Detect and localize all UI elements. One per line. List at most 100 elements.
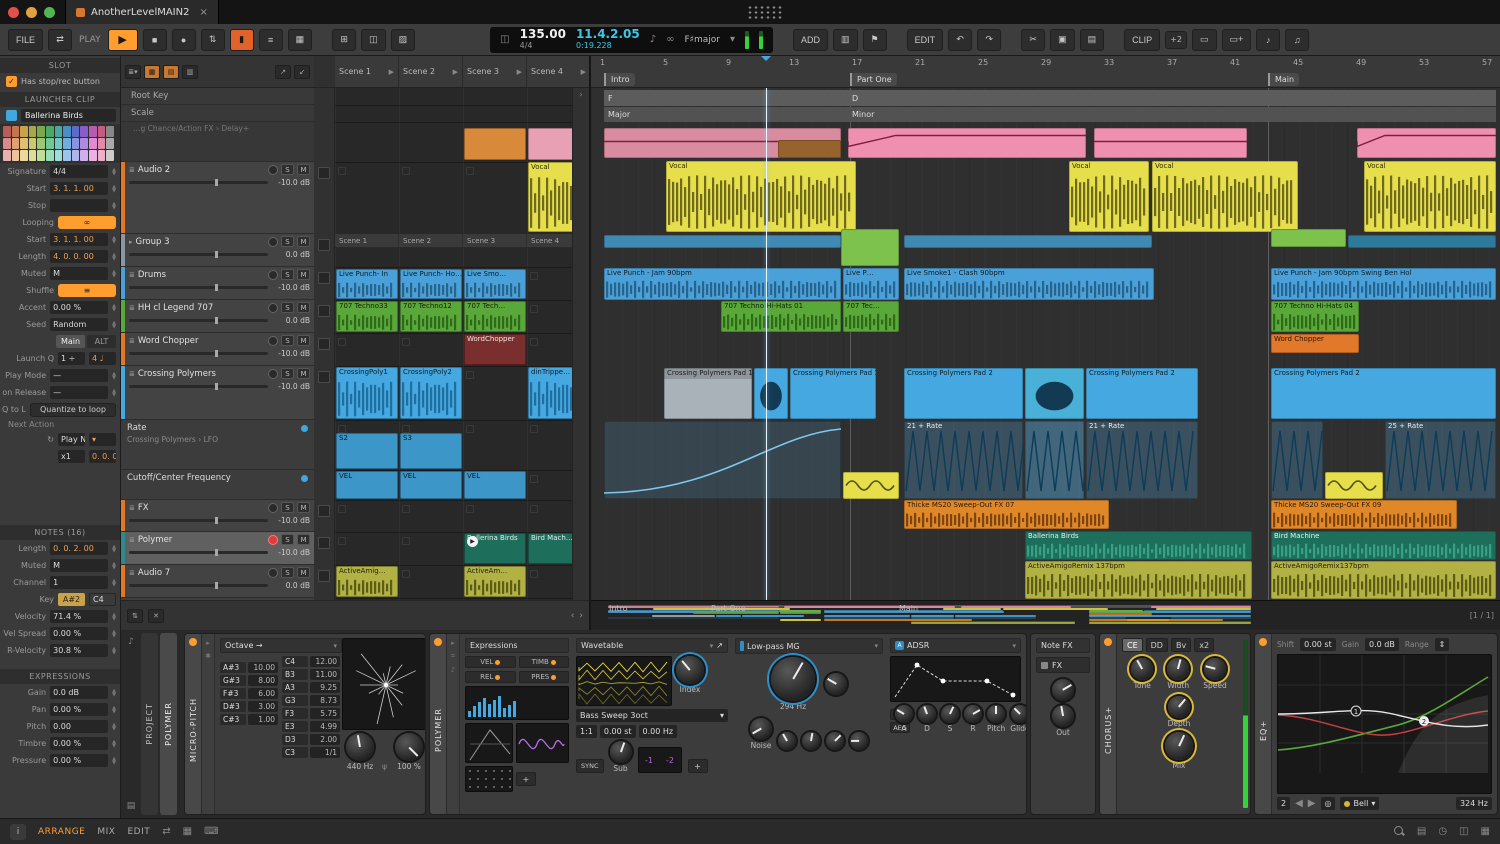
arrangement-marker[interactable]: Intro — [604, 73, 635, 86]
bounce-button[interactable]: ▭+ — [1222, 29, 1252, 51]
key-low-value[interactable]: A#2 — [58, 593, 85, 606]
prev-band-icon[interactable]: ◀ — [1295, 798, 1303, 809]
expression-toggle-vel[interactable]: VEL — [465, 656, 516, 668]
note-ratio-value[interactable]: 11.00 — [310, 669, 340, 680]
index-knob[interactable]: Index — [676, 656, 704, 706]
scene-header[interactable]: Scene 1▶ — [335, 56, 399, 87]
stepper-arrows[interactable]: ▲▼ — [112, 706, 116, 714]
piano-icon[interactable]: ▦ — [1481, 826, 1490, 837]
filter-env-knob[interactable] — [778, 732, 796, 750]
solo-button[interactable]: S — [281, 236, 294, 247]
toggle-pill[interactable]: ≡ — [58, 284, 116, 297]
undo-button[interactable]: ↶ — [948, 29, 972, 51]
note-ratio-value[interactable]: 4.99 — [310, 721, 340, 732]
empty-clip-slot[interactable] — [466, 167, 474, 175]
arranger-clip[interactable]: F — [604, 90, 848, 106]
palette-color[interactable] — [106, 126, 114, 137]
palette-color[interactable] — [98, 126, 106, 137]
palette-color[interactable] — [98, 138, 106, 149]
display-icon[interactable]: ◫ — [1459, 826, 1468, 837]
white-key-row[interactable]: A39.25 — [282, 682, 340, 693]
wavetable-preset[interactable]: Bass Sweep 3oct▾ — [576, 709, 728, 722]
track-header[interactable]: ≣ Word Chopper S M -10.0 dB — [121, 333, 314, 366]
empty-clip-slot[interactable] — [338, 537, 346, 545]
add-view-button[interactable]: ⊞ — [332, 29, 356, 51]
arranger-clip[interactable]: Crossing Polymers Pad 2 — [1271, 368, 1496, 419]
env-r-knob[interactable]: R — [964, 705, 982, 733]
palette-color[interactable] — [29, 138, 37, 149]
scroll-up-button[interactable]: ⇅ — [127, 609, 143, 623]
palette-color[interactable] — [37, 150, 45, 161]
track-header[interactable]: ≣ Crossing Polymers S M -10.0 dB — [121, 366, 314, 420]
solo-button[interactable]: S — [281, 368, 294, 379]
field-value[interactable]: 0. 0. 0. 00 — [89, 450, 116, 463]
white-key-row[interactable]: F35.75 — [282, 708, 340, 719]
launcher-clip[interactable]: ActiveAmig… — [336, 566, 398, 597]
palette-color[interactable] — [55, 150, 63, 161]
arranger-clip[interactable] — [1325, 472, 1383, 499]
stepper-arrows[interactable]: ▲▼ — [112, 389, 116, 397]
device-power-icon[interactable] — [1104, 638, 1112, 646]
mod-matrix-display[interactable] — [465, 766, 513, 792]
output-knob[interactable]: Out — [1036, 705, 1090, 737]
launcher-clip[interactable]: S2 — [336, 433, 398, 469]
arranger-clip[interactable]: Vocal — [1364, 161, 1496, 232]
arranger-clip[interactable]: 25 + Rate — [1385, 421, 1496, 499]
scene-header[interactable]: Scene 2▶ — [399, 56, 463, 87]
arranger-clip[interactable]: Word Chopper — [1271, 334, 1359, 353]
empty-clip-slot[interactable] — [530, 505, 538, 513]
launcher-clip[interactable]: S3 — [400, 433, 462, 469]
field-value[interactable]: Play Next — [58, 433, 85, 446]
arranger-clip[interactable]: Minor — [848, 107, 1496, 122]
sub-octave-display[interactable]: -1-2 — [638, 747, 682, 773]
stepper-arrows[interactable]: ▲▼ — [112, 757, 116, 765]
loop-range-icon[interactable]: ◫ — [500, 34, 509, 45]
arranger-clip[interactable]: 21 + Rate — [1086, 421, 1198, 499]
stop-button[interactable]: ■ — [143, 29, 167, 51]
metronome-icon[interactable]: ♪ — [650, 34, 656, 45]
palette-color[interactable] — [63, 138, 71, 149]
clip-quantize-badge[interactable]: +2 — [1165, 31, 1187, 49]
launcher-clip[interactable]: 707 Tech… — [464, 301, 526, 332]
file-menu-button[interactable]: FILE — [8, 29, 43, 51]
band-type-selector[interactable]: Bell▾ — [1340, 797, 1379, 810]
playhead-marker-icon[interactable] — [761, 56, 771, 66]
field-value[interactable]: 0. 0. 2. 00 — [50, 542, 108, 555]
loop-icon[interactable]: ∞ — [666, 34, 674, 45]
launcher-clip[interactable]: CrossingPoly1 — [336, 367, 398, 419]
empty-clip-slot[interactable] — [402, 537, 410, 545]
empty-clip-slot[interactable] — [530, 475, 538, 483]
palette-color[interactable] — [80, 138, 88, 149]
palette-color[interactable] — [80, 126, 88, 137]
media-view-button[interactable]: ▨ — [391, 29, 416, 51]
file-browser-icon[interactable]: ▤ — [1417, 826, 1426, 837]
io-routing-button[interactable]: ⇄ — [48, 29, 72, 51]
palette-color[interactable] — [80, 150, 88, 161]
key-high-value[interactable]: C4 — [89, 593, 116, 606]
chorus-mode-ce[interactable]: CE — [1122, 638, 1143, 652]
record-arm-button[interactable] — [268, 535, 278, 545]
micro-pitch-title-bar[interactable]: MICRO-PITCH — [185, 634, 202, 814]
field-value[interactable]: 3. 1. 1. 00 — [50, 182, 108, 195]
stepper-arrows[interactable]: ▲▼ — [112, 579, 116, 587]
volume-fader[interactable] — [129, 584, 268, 587]
palette-color[interactable] — [89, 138, 97, 149]
palette-color[interactable] — [72, 126, 80, 137]
volume-fader[interactable] — [129, 551, 268, 554]
empty-clip-slot[interactable] — [530, 305, 538, 313]
stepper-arrows[interactable]: ▲▼ — [112, 270, 116, 278]
fx-mix-knob[interactable] — [1036, 679, 1090, 701]
shuffle-icon[interactable]: ⇄ — [162, 826, 170, 837]
field-value[interactable]: 71.4 % — [50, 610, 108, 623]
grid-view-2-button[interactable]: ▤ — [163, 65, 179, 79]
stepper-arrows[interactable]: ▲▼ — [112, 740, 116, 748]
stepper-arrows[interactable]: ▲▼ — [112, 185, 116, 193]
overview-section-label[interactable]: Part One — [711, 604, 746, 613]
note-ratio-value[interactable]: 5.75 — [310, 708, 340, 719]
clip-name-field[interactable]: Ballerina Birds — [21, 109, 116, 122]
field-value[interactable]: 0.00 % — [50, 754, 108, 767]
note-ratio-value[interactable]: 12.00 — [310, 656, 340, 667]
launcher-clip[interactable]: VEL — [464, 471, 526, 499]
track-list-menu-button[interactable]: ≣▾ — [125, 65, 141, 79]
edit-menu-button[interactable]: EDIT — [907, 29, 944, 51]
